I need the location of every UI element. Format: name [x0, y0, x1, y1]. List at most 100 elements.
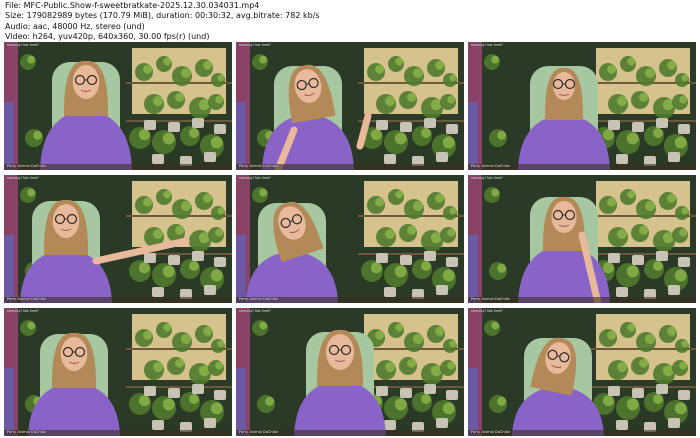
stream-overlay-caption: Party Animal DaChitlz: [239, 430, 278, 434]
plant-leaves: [627, 57, 636, 66]
plant-pot: [656, 251, 668, 261]
plant-leaves: [259, 188, 268, 197]
led-strip-blue: [4, 235, 14, 303]
face: [52, 204, 80, 238]
plant-leaves: [138, 129, 150, 141]
plant-leaves: [442, 136, 455, 149]
plant-leaves: [175, 92, 185, 102]
plant-leaves: [607, 330, 617, 340]
plant-leaves: [435, 193, 445, 203]
thumbnail-frame-5[interactable]: sleeping? Not tired? Party Animal DaChit…: [236, 175, 464, 303]
plant-leaves: [217, 74, 225, 82]
frame-image: [236, 308, 464, 436]
plant-leaves: [143, 64, 153, 74]
shelf: [590, 253, 696, 255]
frame-image: [4, 42, 232, 170]
plant-leaves: [375, 330, 385, 340]
plant-pot: [656, 384, 668, 394]
plant-pot: [204, 418, 216, 428]
plant-pot: [152, 287, 164, 297]
plant-leaves: [385, 362, 395, 372]
stream-overlay-caption: Party Animal DaChitlz: [471, 164, 510, 168]
frame-image: [468, 308, 696, 436]
stream-overlay-caption: Party Animal DaChitlz: [7, 430, 46, 434]
thumbnail-frame-3[interactable]: sleeping? Not tired? Party Animal DaChit…: [468, 42, 696, 170]
plant-leaves: [189, 261, 199, 271]
file-name-line: File: MFC-Public.Show-f-sweetbratkate-20…: [5, 1, 260, 10]
led-strip-blue: [4, 368, 14, 436]
plant-pot: [192, 118, 204, 128]
file-info-header: File: MFC-Public.Show-f-sweetbratkate-20…: [5, 1, 695, 43]
plant-leaves: [645, 334, 655, 344]
plant-leaves: [674, 136, 687, 149]
plant-leaves: [143, 330, 153, 340]
thumbnail-grid: sleeping? Not tired? Party Animal DaChit…: [4, 42, 696, 436]
plant-leaves: [607, 197, 617, 207]
plant-leaves: [442, 269, 455, 282]
plant-pot: [668, 418, 680, 428]
plant-leaves: [175, 225, 185, 235]
thumbnail-frame-4[interactable]: sleeping? Not tired? Party Animal DaChit…: [4, 175, 232, 303]
plant-leaves: [215, 95, 224, 104]
thumbnail-frame-8[interactable]: sleeping? Not tired? Party Animal DaChit…: [236, 308, 464, 436]
plant-pot: [152, 420, 164, 430]
plant-pot: [384, 154, 396, 164]
frame-image: [4, 175, 232, 303]
stream-overlay-caption: Party Animal DaChitlz: [239, 164, 278, 168]
face: [72, 65, 100, 99]
plant-pot: [400, 388, 412, 398]
plant-leaves: [645, 68, 655, 78]
plant-leaves: [181, 68, 191, 78]
glasses-bridge: [556, 355, 560, 357]
plant-leaves: [626, 265, 639, 278]
plant-leaves: [394, 398, 407, 411]
plant-pot: [678, 257, 690, 267]
plant-leaves: [667, 193, 677, 203]
plant-pot: [400, 255, 412, 265]
plant-pot: [608, 253, 620, 263]
thumbnail-frame-7[interactable]: sleeping? Not tired? Party Animal DaChit…: [4, 308, 232, 436]
plant-leaves: [447, 95, 456, 104]
plant-pot: [192, 384, 204, 394]
plant-leaves: [203, 193, 213, 203]
shelf: [590, 386, 696, 388]
stream-overlay-caption: Party Animal DaChitlz: [7, 164, 46, 168]
plant-leaves: [138, 395, 150, 407]
plant-pot: [144, 120, 156, 130]
plant-leaves: [138, 262, 150, 274]
plant-leaves: [497, 130, 507, 140]
plant-leaves: [645, 201, 655, 211]
plant-pot: [204, 285, 216, 295]
plant-pot: [376, 386, 388, 396]
thumbnail-frame-9[interactable]: sleeping? Not tired? Party Animal DaChit…: [468, 308, 696, 436]
plant-pot: [168, 388, 180, 398]
plant-leaves: [265, 396, 275, 406]
plant-leaves: [413, 68, 423, 78]
plant-leaves: [491, 321, 500, 330]
thumbnail-frame-6[interactable]: sleeping? Not tired? Party Animal DaChit…: [468, 175, 696, 303]
plant-pot: [656, 118, 668, 128]
plant-leaves: [449, 74, 457, 82]
thumbnail-frame-2[interactable]: sleeping? Not tired? Party Animal DaChit…: [236, 42, 464, 170]
plant-leaves: [617, 96, 627, 106]
plant-leaves: [385, 96, 395, 106]
plant-leaves: [215, 361, 224, 370]
plant-leaves: [639, 225, 649, 235]
plant-leaves: [626, 398, 639, 411]
plant-pot: [616, 287, 628, 297]
glasses-bridge: [306, 83, 310, 85]
plant-pot: [436, 285, 448, 295]
plant-leaves: [407, 92, 417, 102]
plant-leaves: [447, 361, 456, 370]
thumbnail-frame-1[interactable]: sleeping? Not tired? Party Animal DaChit…: [4, 42, 232, 170]
plant-leaves: [449, 207, 457, 215]
plant-pot: [400, 122, 412, 132]
frame-image: [468, 175, 696, 303]
frame-image: [236, 42, 464, 170]
stream-overlay-caption: Party Animal DaChitlz: [239, 297, 278, 301]
plant-pot: [632, 122, 644, 132]
plant-pot: [436, 152, 448, 162]
plant-pot: [214, 257, 226, 267]
plant-leaves: [259, 321, 268, 330]
plant-leaves: [210, 136, 223, 149]
